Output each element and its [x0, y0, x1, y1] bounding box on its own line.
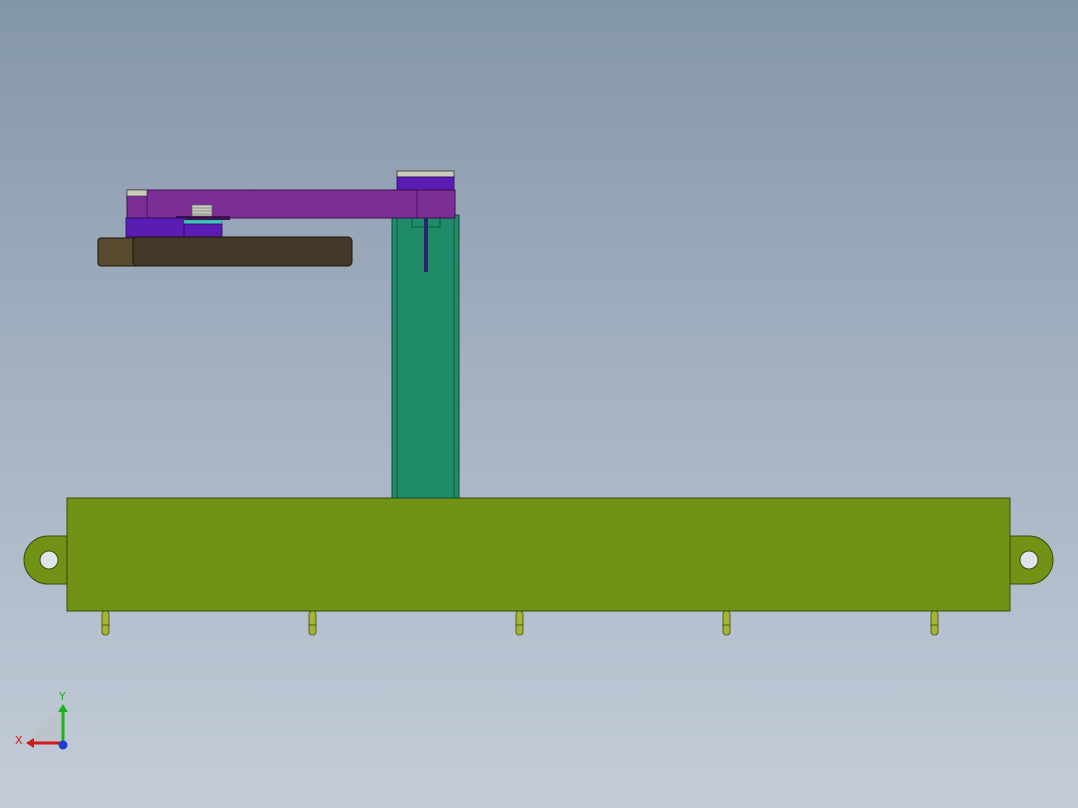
- right-lug-hole: [1019, 550, 1039, 570]
- pin[interactable]: [722, 610, 731, 636]
- vertical-column[interactable]: [391, 214, 460, 499]
- model-scene[interactable]: Y X: [0, 0, 1078, 808]
- upper-arm[interactable]: [126, 189, 456, 220]
- pin[interactable]: [515, 610, 524, 636]
- pin-row: [101, 610, 939, 636]
- orientation-triad[interactable]: Y X: [15, 690, 68, 750]
- base-beam[interactable]: [66, 497, 1011, 612]
- joint-washer: [183, 219, 223, 225]
- pin[interactable]: [101, 610, 110, 636]
- cad-graphics-viewport[interactable]: Y X: [0, 0, 1078, 808]
- shoulder-motor[interactable]: [396, 170, 455, 192]
- right-mounting-lug[interactable]: [1007, 535, 1054, 585]
- y-axis-label: Y: [58, 690, 66, 703]
- left-mounting-lug[interactable]: [23, 535, 71, 585]
- z-axis-dot: [58, 740, 68, 750]
- triad-plane: [33, 713, 63, 743]
- pin[interactable]: [308, 610, 317, 636]
- x-axis-label: X: [15, 734, 23, 747]
- column-shaft-rod: [424, 217, 428, 272]
- end-effector[interactable]: [97, 236, 353, 267]
- spring: [191, 204, 213, 217]
- pin[interactable]: [930, 610, 939, 636]
- left-lug-hole: [39, 550, 59, 570]
- arm-end-cap: [126, 189, 148, 197]
- base-beam-assembly[interactable]: [23, 497, 1054, 612]
- elbow-joint[interactable]: [125, 217, 223, 238]
